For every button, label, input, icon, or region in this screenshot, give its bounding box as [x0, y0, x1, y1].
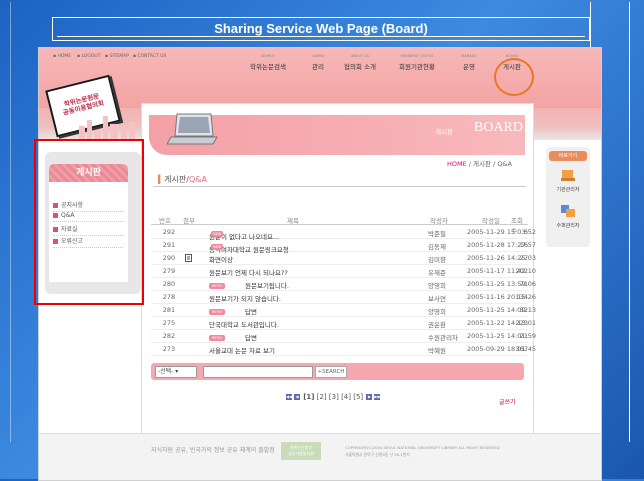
search-field-select[interactable]: -선택- ▾ — [155, 366, 197, 378]
table-row[interactable]: 282 REPLY 답변 수원관리자 2005-11-25 14:01:59 2… — [151, 329, 536, 343]
table-row[interactable]: 290 화면이상 김미향 2005-11-26 14:25:03 27 — [151, 251, 536, 265]
page-link[interactable]: [1] — [303, 393, 314, 401]
page-title-banner: Sharing Service Web Page (Board) — [52, 17, 590, 41]
col-file: 첨부 — [183, 217, 195, 225]
pagination: ◀◀ ◀ [1] [2] [3] [4] [5] ▶ ▶▶ — [285, 393, 381, 401]
prev-page-icon[interactable]: ◀ — [294, 394, 300, 400]
menu-manage[interactable]: MANAGE 운영 — [457, 54, 481, 71]
table-row[interactable]: 278 원문보기가 되지 않습니다. 보사연 2005-11-16 20:15:… — [151, 290, 536, 304]
col-author: 작성자 — [430, 217, 448, 225]
next-page-icon[interactable]: ▶ — [366, 394, 373, 400]
contact-link[interactable]: ▪ CONTACT US — [133, 54, 166, 59]
new-badge: NEW — [211, 231, 224, 237]
sidebar-highlight-box — [34, 139, 144, 305]
table-row[interactable]: 280 REPLY 원문보기됩니다. 양영희 2005-11-25 13:59:… — [151, 277, 536, 291]
table-row[interactable]: 292 원문이 없다고 나오네요... NEW 박준필 2005-11-29 15… — [151, 225, 536, 241]
attachment-icon[interactable] — [185, 254, 192, 264]
new-badge: NEW — [211, 244, 224, 250]
super-admin-icon — [561, 205, 575, 217]
quick-link-super-admin[interactable]: 수퍼관리자 — [551, 204, 585, 229]
first-page-icon[interactable]: ◀◀ — [286, 394, 292, 400]
table-row[interactable]: 281 REPLY 답변 양영희 2005-11-25 14:00:13 32 — [151, 303, 536, 317]
board-banner-title: BOARD — [474, 120, 524, 135]
post-title[interactable]: 답변 — [245, 332, 257, 342]
col-date: 작성일 — [482, 217, 500, 225]
admin-icon — [561, 170, 575, 181]
page-link[interactable]: [4] — [341, 393, 351, 401]
write-button[interactable]: 글쓰기 — [499, 397, 516, 406]
menu-about[interactable]: ABOUT US 협의회 소개 — [339, 54, 381, 71]
laptop-icon — [167, 113, 218, 145]
menu-admin[interactable]: ADMIN 관리 — [303, 54, 333, 71]
sitemap-link[interactable]: ▪ SITEMAP — [105, 54, 129, 59]
page-link[interactable]: [5] — [353, 393, 363, 401]
post-title[interactable]: 원문보기됩니다. — [245, 280, 289, 290]
footer-copyright: COPYRIGHT(C)2004 SEOUL NATIONAL UNIVERSI… — [345, 445, 500, 457]
breadcrumb: HOME / 게시판 / Q&A — [447, 160, 512, 168]
home-link[interactable]: ▪ HOME — [53, 54, 71, 59]
footer-logo: 학위논문원문 공동이용협의회 — [281, 442, 321, 460]
divider — [153, 186, 526, 187]
last-page-icon[interactable]: ▶▶ — [374, 394, 381, 400]
board-highlight-circle — [494, 58, 534, 96]
post-title[interactable]: 서울교대 논문 자료 보기 — [209, 345, 275, 355]
search-input[interactable] — [203, 366, 313, 378]
post-title[interactable]: 원문보기 언제 다시 되나요?? — [209, 267, 288, 277]
page-heading: ▍게시판/Q&A — [158, 175, 207, 184]
table-row[interactable]: 273 서울교대 논문 자료 보기 박혜원 2005-09-29 18:01:4… — [151, 342, 536, 356]
desktop-outline-left — [10, 2, 11, 442]
page-link[interactable]: [3] — [329, 393, 339, 401]
page-link[interactable]: [2] — [317, 393, 327, 401]
footer-slogan: 지식자원 공유, 빈국가의 정보 공유 체계의 출발점 — [151, 447, 275, 454]
quick-link-institution-admin[interactable]: 기관관리자 — [551, 168, 585, 193]
menu-members[interactable]: MEMBERS' STATUS 회원기관현황 — [395, 54, 439, 71]
search-button[interactable]: +SEARCH — [315, 366, 347, 378]
post-title[interactable]: 화면이상 — [209, 254, 233, 264]
table-row[interactable]: 279 원문보기 언제 다시 되나요?? 유재준 2005-11-17 11:4… — [151, 264, 536, 278]
menu-search[interactable]: SEARCH 학위논문검색 — [247, 54, 289, 71]
breadcrumb-home[interactable]: HOME — [447, 160, 467, 168]
col-title: 제목 — [287, 217, 299, 225]
post-title[interactable]: 원문보기가 되지 않습니다. — [209, 293, 281, 303]
quick-links-title: 바로가기 — [549, 151, 587, 161]
table-row[interactable]: 275 단국대학교 도서관입니다. 권운환 2005-11-22 14:13:0… — [151, 316, 536, 330]
quick-links-panel — [546, 147, 590, 247]
chevron-down-icon: ▾ — [173, 368, 179, 375]
logout-link[interactable]: ▪ LOGOUT — [77, 54, 100, 59]
table-header: 번호 첨부 제목 작성자 작성일 조회수 — [151, 213, 528, 235]
board-banner-label: 게시판 — [435, 128, 453, 136]
table-row[interactable]: 291 동덕여자대학교 원문링크요청 NEW 김동재 2005-11-28 17:… — [151, 238, 536, 254]
skyline-decoration — [79, 116, 135, 140]
col-no: 번호 — [159, 217, 171, 225]
post-title[interactable]: 단국대학교 도서관입니다. — [209, 319, 279, 329]
post-title[interactable]: 답변 — [245, 306, 257, 316]
